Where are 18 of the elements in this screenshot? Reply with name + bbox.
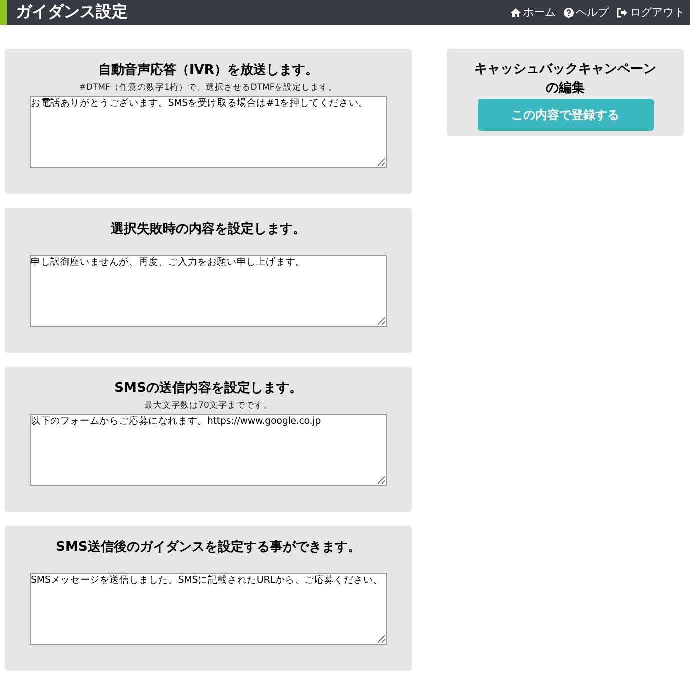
card-heading: 自動音声応答（IVR）を放送します。 — [98, 62, 320, 79]
message-field[interactable]: お電話ありがとうございます。SMSを受け取る場合は#1を押してください。 — [30, 96, 387, 168]
message-field[interactable]: 申し訳御座いませんが、再度、ご入力をお願い申し上げます。 — [30, 255, 387, 327]
message-field[interactable]: SMSメッセージを送信しました。SMSに記載されたURLから、ご応募ください。 — [30, 573, 387, 645]
help-icon — [564, 8, 574, 18]
card-heading: SMSの送信内容を設定します。 — [114, 380, 304, 397]
nav-link[interactable]: ヘルプ — [564, 5, 609, 20]
card-note: #DTMF（任意の数字1桁）で、選択させるDTMFを設定します。 — [78, 82, 339, 94]
home-icon — [511, 8, 521, 18]
panel-title: キャッシュバックキャンペーンの編集 — [474, 61, 658, 98]
card-heading: SMS送信後のガイダンスを設定する事ができます。 — [55, 538, 362, 556]
logout-icon — [617, 8, 628, 18]
card-heading: 選択失敗時の内容を設定します。 — [110, 220, 307, 238]
message-field[interactable]: 以下のフォームからご応募になれます。https://www.google.co.jp — [30, 414, 387, 486]
nav-link[interactable]: ホーム — [511, 5, 556, 20]
card-note: 最大文字数は70文字までです。 — [144, 400, 274, 412]
page-title: ガイダンス設定 — [16, 2, 128, 23]
nav-link[interactable]: ログアウト — [617, 5, 685, 20]
